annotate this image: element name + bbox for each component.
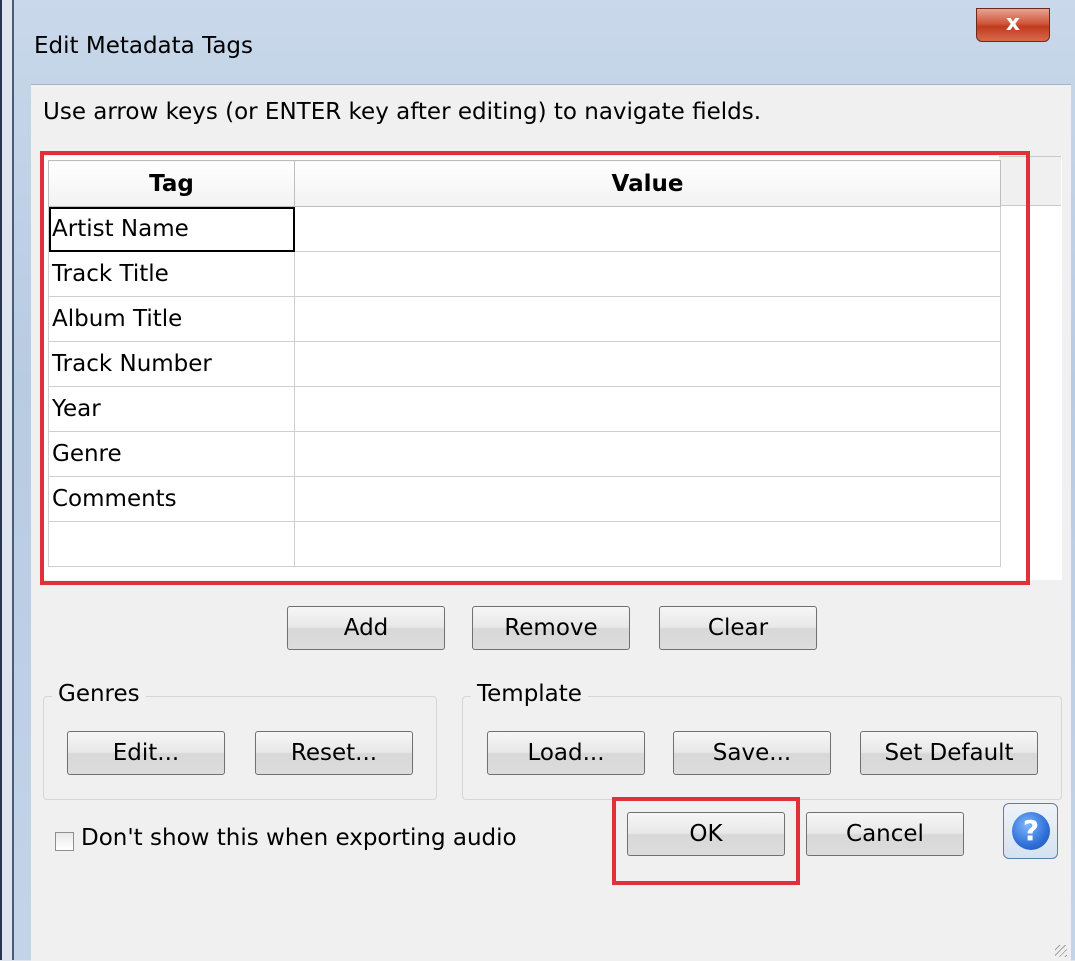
column-header-tag[interactable]: Tag bbox=[48, 160, 295, 207]
tags-grid: Tag Value Artist Name Track Title Album … bbox=[48, 160, 1001, 567]
tag-cell[interactable]: Track Title bbox=[48, 251, 295, 297]
dialog-title: Edit Metadata Tags bbox=[34, 33, 253, 59]
tag-cell[interactable]: Comments bbox=[48, 476, 295, 522]
table-row: Year bbox=[48, 386, 1001, 432]
value-cell[interactable] bbox=[294, 341, 1001, 387]
resize-grip[interactable] bbox=[1055, 945, 1067, 957]
column-header-value[interactable]: Value bbox=[294, 160, 1001, 207]
edit-genres-button[interactable]: Edit... bbox=[67, 731, 225, 775]
table-row: Track Number bbox=[48, 341, 1001, 387]
value-cell[interactable] bbox=[294, 476, 1001, 522]
grid-header-row: Tag Value bbox=[48, 160, 1001, 207]
close-icon: x bbox=[1005, 11, 1021, 36]
table-row: Artist Name bbox=[48, 206, 1001, 252]
value-cell[interactable] bbox=[294, 251, 1001, 297]
tag-cell[interactable]: Album Title bbox=[48, 296, 295, 342]
backdrop-edge bbox=[0, 0, 2, 960]
table-row: Track Title bbox=[48, 251, 1001, 297]
tags-grid-container: Tag Value Artist Name Track Title Album … bbox=[42, 156, 1062, 580]
add-button[interactable]: Add bbox=[287, 606, 445, 650]
clear-button[interactable]: Clear bbox=[659, 606, 817, 650]
cancel-button[interactable]: Cancel bbox=[806, 812, 964, 856]
genres-group-label: Genres bbox=[52, 681, 146, 707]
value-cell[interactable] bbox=[294, 386, 1001, 432]
instructions-text: Use arrow keys (or ENTER key after editi… bbox=[43, 99, 762, 125]
help-icon: ? bbox=[1012, 812, 1050, 850]
title-bar: Edit Metadata Tags x bbox=[14, 0, 1075, 84]
table-row: Album Title bbox=[48, 296, 1001, 342]
value-cell[interactable] bbox=[294, 521, 1001, 567]
load-template-button[interactable]: Load... bbox=[487, 731, 645, 775]
dialog-body: Use arrow keys (or ENTER key after editi… bbox=[31, 84, 1071, 961]
tag-cell[interactable]: Year bbox=[48, 386, 295, 432]
tag-cell[interactable] bbox=[48, 521, 295, 567]
help-button[interactable]: ? bbox=[1003, 803, 1058, 859]
metadata-dialog: Edit Metadata Tags x Use arrow keys (or … bbox=[12, 0, 1075, 961]
tag-cell[interactable]: Genre bbox=[48, 431, 295, 477]
dont-show-checkbox-label[interactable]: Don't show this when exporting audio bbox=[81, 825, 517, 851]
set-default-button[interactable]: Set Default bbox=[860, 731, 1038, 775]
remove-button[interactable]: Remove bbox=[472, 606, 630, 650]
tag-cell[interactable]: Track Number bbox=[48, 341, 295, 387]
value-cell[interactable] bbox=[294, 296, 1001, 342]
value-cell[interactable] bbox=[294, 206, 1001, 252]
table-row: Genre bbox=[48, 431, 1001, 477]
table-row: Comments bbox=[48, 476, 1001, 522]
genres-group: Genres Edit... Reset... bbox=[43, 681, 437, 800]
ok-button[interactable]: OK bbox=[627, 812, 785, 856]
dont-show-checkbox[interactable] bbox=[55, 832, 74, 851]
save-template-button[interactable]: Save... bbox=[673, 731, 831, 775]
template-group: Template Load... Save... Set Default bbox=[462, 681, 1062, 800]
table-row bbox=[48, 521, 1001, 567]
value-cell[interactable] bbox=[294, 431, 1001, 477]
tag-cell[interactable]: Artist Name bbox=[48, 206, 295, 252]
reset-genres-button[interactable]: Reset... bbox=[255, 731, 413, 775]
template-group-label: Template bbox=[471, 681, 588, 707]
close-button[interactable]: x bbox=[976, 8, 1050, 42]
